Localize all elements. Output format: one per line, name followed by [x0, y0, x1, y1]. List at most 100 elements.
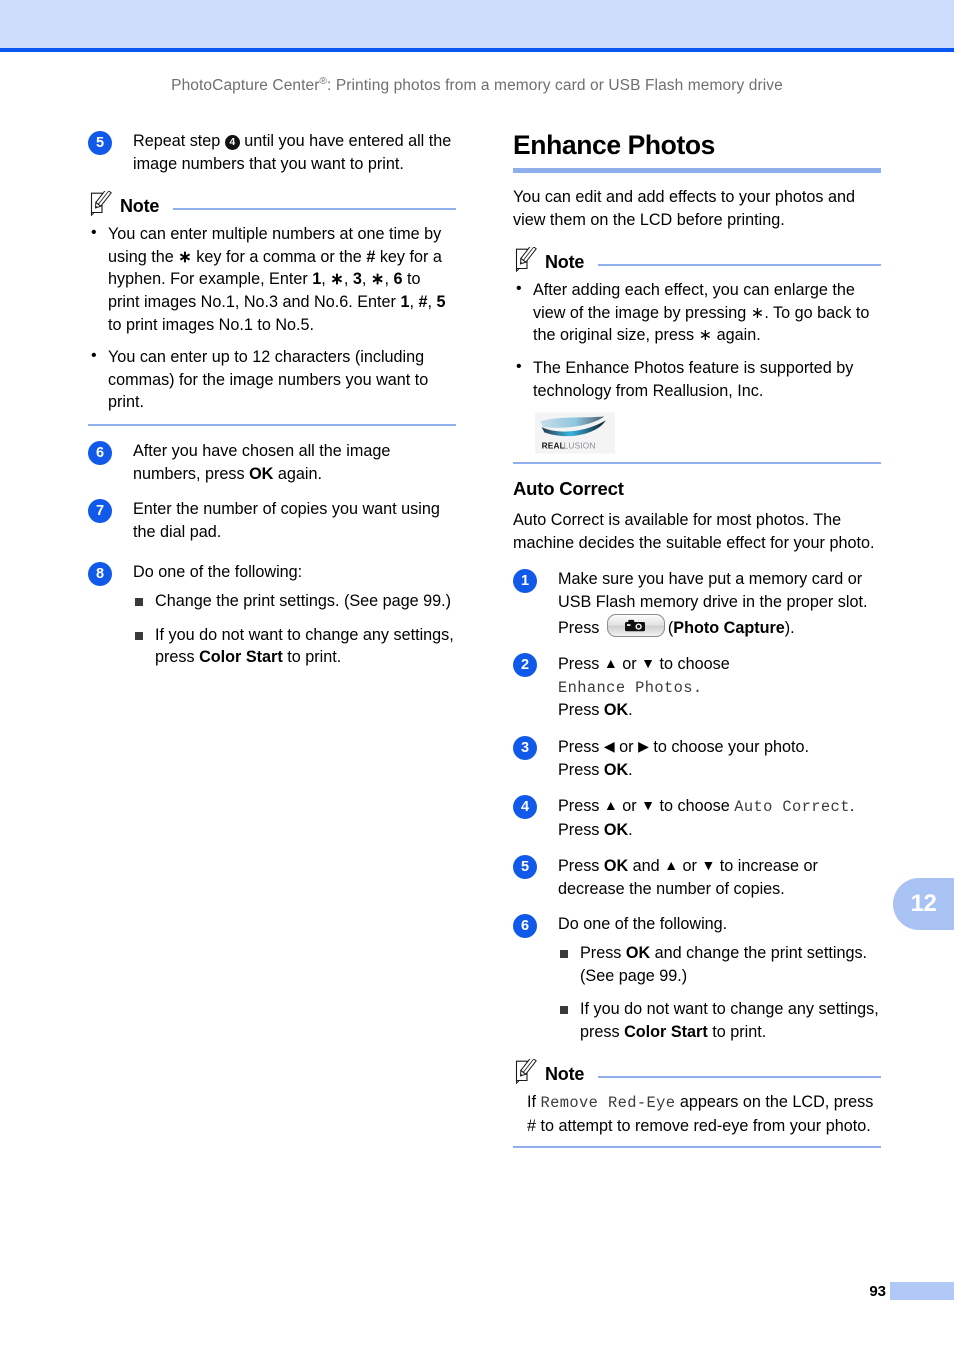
t: to choose your photo. [648, 737, 810, 756]
right-column: Enhance Photos You can edit and add effe… [513, 130, 881, 1162]
t: to print. [707, 1022, 767, 1041]
camera-icon [624, 619, 645, 631]
note-title: Note [545, 1064, 585, 1085]
t: key for a comma or the [191, 247, 367, 266]
running-head-prefix: PhotoCapture Center [171, 77, 320, 95]
t: If [527, 1093, 541, 1112]
step-8-bullet-list: Change the print settings. (See page 99.… [133, 590, 456, 669]
key-asterisk: ∗ [698, 326, 713, 345]
section-subheading: Auto Correct [513, 478, 624, 500]
key-asterisk: ∗ [370, 270, 385, 289]
note-block-3: Note If Remove Red-Eye appears on the LC… [513, 1059, 881, 1148]
page-top-rule [0, 48, 954, 52]
note-body: You can enter multiple numbers at one ti… [88, 222, 456, 414]
t: Press [558, 760, 604, 779]
step-7-text: Enter the number of copies you want usin… [133, 500, 440, 541]
arrow-left-icon: ◀ [603, 737, 615, 754]
arrow-up-icon: ▲ [603, 797, 618, 814]
note-header: Note [513, 1059, 881, 1085]
step-number-badge: 8 [88, 562, 112, 587]
note-title: Note [545, 252, 585, 273]
key-1: 1 [312, 270, 322, 289]
note-bullet-item: You can enter multiple numbers at one ti… [88, 222, 456, 336]
svg-text:REAL: REAL [542, 440, 565, 450]
intro-paragraph: You can edit and add effects to your pho… [513, 188, 855, 229]
list-item: Change the print settings. (See page 99.… [133, 590, 456, 613]
t: Press [558, 820, 604, 839]
t: . [628, 820, 633, 839]
photo-capture-label: Photo Capture [673, 618, 785, 637]
auto-correct-step-2: 2 Press ▲ or ▼ to choose Enhance Photos.… [513, 652, 881, 722]
lcd-text-auto-correct: Auto Correct [734, 798, 850, 817]
step-number-badge: 4 [513, 795, 537, 820]
list-item: If you do not want to change any setting… [133, 624, 456, 669]
key-asterisk: ∗ [178, 247, 192, 266]
key-hash: # [366, 247, 376, 266]
auto-correct-step-3: 3 Press ◀ or ▶ to choose your photo. Pre… [513, 735, 881, 781]
note-bullet-item: After adding each effect, you can enlarg… [513, 278, 881, 347]
lcd-text-enhance-photos: Enhance Photos. [558, 678, 703, 697]
t: . [849, 797, 855, 816]
press-label: Press [558, 618, 600, 637]
subsection-paragraph: Auto Correct is available for most photo… [513, 511, 875, 552]
t: , [343, 270, 353, 289]
left-column: 5 Repeat step 4 until you have entered a… [88, 130, 456, 682]
t: to choose [655, 797, 735, 816]
note-title: Note [120, 196, 160, 217]
t: . [628, 760, 633, 779]
lcd-text-remove-red-eye: Remove Red-Eye [540, 1094, 676, 1113]
running-head: PhotoCapture Center®: Printing photos fr… [0, 76, 954, 95]
note-bullet-list: You can enter multiple numbers at one ti… [88, 222, 456, 414]
inline-step-reference-4: 4 [224, 135, 240, 150]
t: . [628, 701, 633, 720]
list-item: If you do not want to change any setting… [558, 998, 881, 1043]
t: or [678, 857, 702, 876]
page-number: 93 [869, 1283, 886, 1300]
note-bottom-rule [88, 423, 456, 426]
note-header-rule [173, 208, 456, 211]
key-ok: OK [249, 464, 274, 483]
step-6-bullet-list: Press OK and change the print settings. … [558, 942, 881, 1043]
note-bullet-item: You can enter up to 12 characters (inclu… [88, 345, 456, 414]
t: again. [712, 326, 761, 345]
chapter-tab: 12 [893, 878, 954, 930]
arrow-up-icon: ▲ [603, 655, 618, 672]
t: , [361, 270, 371, 289]
step-number-badge: 6 [513, 914, 537, 939]
note-bullet-list: After adding each effect, you can enlarg… [513, 278, 881, 402]
t: and [628, 857, 665, 876]
page-title: Enhance Photos [513, 130, 716, 160]
note-header-rule [598, 264, 881, 267]
t: or [617, 655, 642, 674]
registered-mark: ® [319, 76, 327, 87]
t: Press [558, 701, 604, 720]
reallusion-logo-wrap: REAL LUSION [513, 412, 881, 454]
note-body: If Remove Red-Eye appears on the LCD, pr… [513, 1091, 881, 1137]
note-block-1: Note You can enter multiple numbers at o… [88, 191, 456, 426]
step-5-text-before: Repeat step [133, 132, 221, 150]
photo-capture-key-button[interactable] [606, 613, 665, 637]
step-number-badge: 1 [513, 569, 537, 594]
arrow-down-icon: ▼ [701, 857, 716, 874]
key-3: 3 [352, 270, 362, 289]
t: to choose [655, 655, 730, 674]
t: ). [784, 618, 795, 637]
page-title-rule [513, 168, 881, 173]
arrow-down-icon: ▼ [641, 655, 655, 672]
t: , [321, 270, 331, 289]
note-header: Note [513, 247, 881, 273]
t: to print. [282, 648, 342, 667]
note-bottom-rule [513, 1145, 881, 1148]
key-color-start: Color Start [624, 1022, 708, 1041]
step-6: 6 After you have chosen all the image nu… [88, 440, 456, 485]
step-1-text: Make sure you have put a memory card or … [558, 570, 868, 611]
note-header-rule [598, 1076, 881, 1079]
running-head-suffix: : Printing photos from a memory card or … [327, 77, 783, 95]
key-ok: OK [603, 820, 629, 839]
note-body: After adding each effect, you can enlarg… [513, 278, 881, 454]
footer-bar [890, 1282, 954, 1300]
key-ok: OK [603, 701, 629, 720]
note-pencil-icon [515, 1059, 537, 1085]
step-number-badge: 3 [513, 735, 537, 760]
reallusion-logo: REAL LUSION [535, 412, 615, 454]
